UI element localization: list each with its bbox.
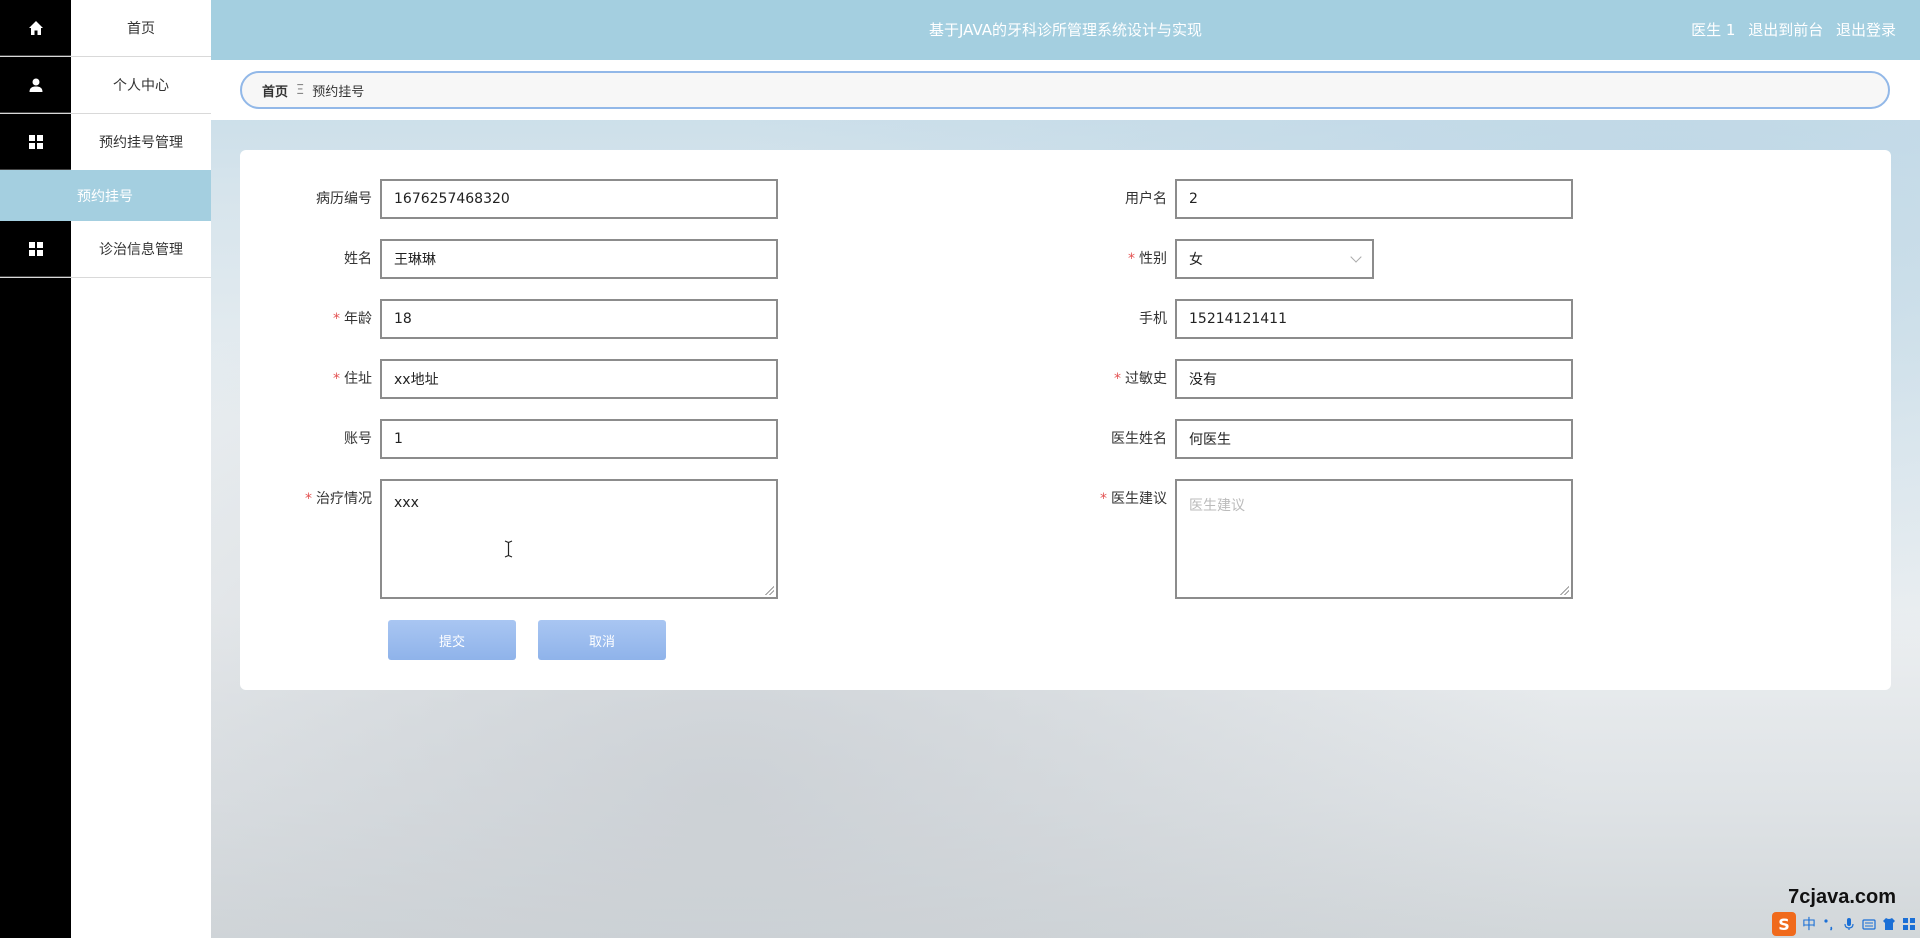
field-label: * 年龄 [333, 311, 372, 327]
gender-select-value: 女 [1189, 252, 1203, 268]
required-mark: * [1100, 491, 1107, 507]
required-mark: * [1114, 371, 1121, 387]
field-username: 用户名 2 [1035, 179, 1573, 219]
header: 基于JAVA的牙科诊所管理系统设计与实现 医生 1 退出到前台 退出登录 [211, 0, 1920, 60]
treatment-text: xxx [394, 495, 419, 511]
required-mark: * [1128, 251, 1135, 267]
ime-toolbar: S 中 [1772, 912, 1916, 936]
sidebar-item-label: 首页 [127, 21, 155, 37]
field-record-no: 病历编号 1676257468320 [240, 179, 778, 219]
logout-link[interactable]: 退出登录 [1836, 21, 1896, 39]
cancel-button[interactable]: 取消 [538, 620, 666, 660]
field-doctor-name: 医生姓名 何医生 [1035, 419, 1573, 459]
sidebar-item-home[interactable]: 首页 [0, 0, 211, 57]
advice-placeholder: 医生建议 [1189, 498, 1245, 514]
field-gender: * 性别 女 [1035, 239, 1374, 279]
punctuation-icon[interactable] [1822, 917, 1836, 931]
required-mark: * [305, 491, 312, 507]
field-advice: * 医生建议 医生建议 [1035, 479, 1573, 599]
resize-grip-icon[interactable] [764, 585, 774, 595]
name-input[interactable]: 王琳琳 [380, 239, 778, 279]
account-input[interactable]: 1 [380, 419, 778, 459]
field-label: 病历编号 [316, 191, 372, 207]
field-address: * 住址 xx地址 [240, 359, 778, 399]
watermark: 7cjava.com [1788, 886, 1896, 908]
required-mark: * [333, 311, 340, 327]
back-to-front-link[interactable]: 退出到前台 [1748, 21, 1823, 39]
current-user: 医生 1 [1691, 21, 1736, 39]
field-treatment: * 治疗情况 xxx [240, 479, 778, 599]
doctor-name-input[interactable]: 何医生 [1175, 419, 1573, 459]
phone-input[interactable]: 15214121411 [1175, 299, 1573, 339]
breadcrumb-bar: 首页 Ξ 预约挂号 [211, 60, 1920, 120]
advice-textarea[interactable]: 医生建议 [1175, 479, 1573, 599]
header-user-actions: 医生 1 退出到前台 退出登录 [1683, 0, 1896, 60]
field-label: * 治疗情况 [305, 491, 372, 507]
username-input[interactable]: 2 [1175, 179, 1573, 219]
ime-logo-icon[interactable]: S [1772, 912, 1796, 936]
app-title: 基于JAVA的牙科诊所管理系统设计与实现 [928, 21, 1203, 39]
sidebar-item-diagnosis-mgmt[interactable]: 诊治信息管理 [0, 221, 211, 278]
field-label: 账号 [344, 431, 372, 447]
field-age: * 年龄 18 [240, 299, 778, 339]
field-label: * 过敏史 [1114, 371, 1167, 387]
field-name: 姓名 王琳琳 [240, 239, 778, 279]
sidebar-subitem-appointment[interactable]: 预约挂号 [0, 170, 211, 221]
sidebar-item-label: 个人中心 [113, 78, 169, 94]
field-label: 姓名 [344, 251, 372, 267]
sidebar: 首页 个人中心 预约挂号管理 预约挂号 诊治信息管理 [0, 0, 211, 938]
sidebar-item-profile[interactable]: 个人中心 [0, 57, 211, 114]
toolbox-grid-icon[interactable] [1902, 917, 1916, 931]
ime-lang-toggle[interactable]: 中 [1802, 914, 1816, 934]
text-cursor-icon [504, 540, 513, 558]
breadcrumb-home[interactable]: 首页 [262, 81, 288, 100]
field-account: 账号 1 [240, 419, 778, 459]
age-input[interactable]: 18 [380, 299, 778, 339]
treatment-textarea[interactable]: xxx [380, 479, 778, 599]
sidebar-item-appointment-mgmt[interactable]: 预约挂号管理 [0, 114, 211, 171]
resize-grip-icon[interactable] [1559, 585, 1569, 595]
field-allergy: * 过敏史 没有 [1035, 359, 1573, 399]
home-icon [0, 0, 71, 56]
field-label: * 医生建议 [1100, 491, 1167, 507]
breadcrumb: 首页 Ξ 预约挂号 [240, 71, 1890, 109]
form-card: 病历编号 1676257468320 用户名 2 姓名 王琳琳 * 性别 女 * 年… [240, 150, 1891, 690]
field-label: 医生姓名 [1111, 431, 1167, 447]
field-label: 手机 [1139, 311, 1167, 327]
user-icon [0, 57, 71, 113]
microphone-icon[interactable] [1842, 917, 1856, 931]
field-phone: 手机 15214121411 [1035, 299, 1573, 339]
chevron-down-icon [1350, 251, 1362, 263]
grid-icon [0, 114, 71, 170]
submit-button[interactable]: 提交 [388, 620, 516, 660]
grid-icon [0, 221, 71, 277]
required-mark: * [333, 371, 340, 387]
keyboard-icon[interactable] [1862, 917, 1876, 931]
allergy-input[interactable]: 没有 [1175, 359, 1573, 399]
breadcrumb-current: 预约挂号 [312, 84, 365, 100]
record-no-input[interactable]: 1676257468320 [380, 179, 778, 219]
field-label: * 住址 [333, 371, 372, 387]
skin-shirt-icon[interactable] [1882, 917, 1896, 931]
address-input[interactable]: xx地址 [380, 359, 778, 399]
breadcrumb-separator: Ξ [296, 82, 305, 98]
gender-select[interactable]: 女 [1175, 239, 1374, 279]
sidebar-item-label: 诊治信息管理 [99, 242, 183, 258]
field-label: * 性别 [1128, 251, 1167, 267]
sidebar-item-label: 预约挂号管理 [99, 135, 183, 151]
field-label: 用户名 [1125, 191, 1167, 207]
